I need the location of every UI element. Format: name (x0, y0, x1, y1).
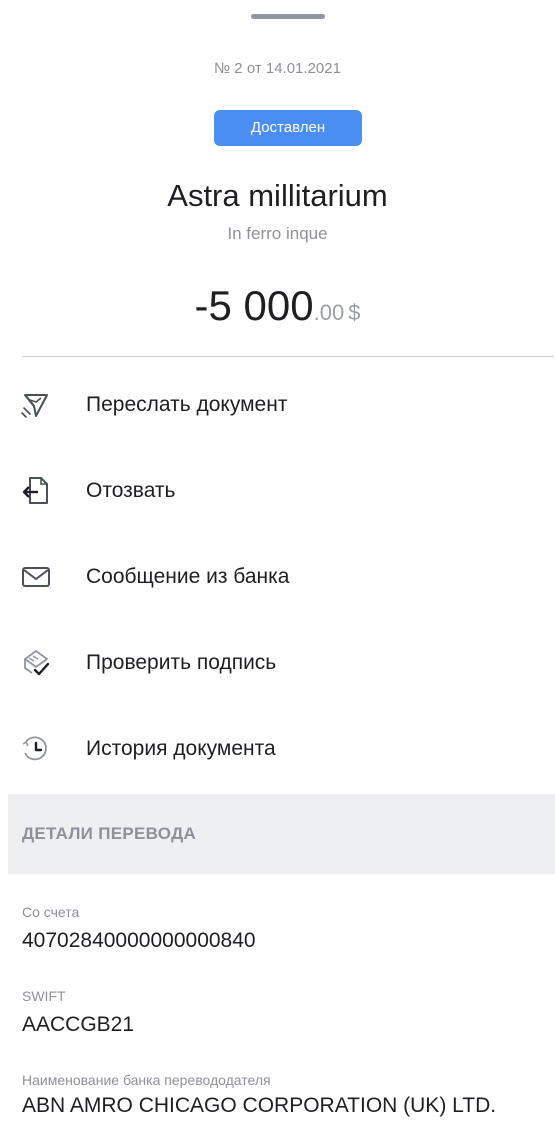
bank-message-action[interactable]: Сообщение из банка (0, 534, 555, 620)
amount-integer: -5 000 (194, 282, 314, 329)
recipient-title: Astra millitarium (167, 178, 388, 213)
from-account-value: 40702840000000000840 (22, 929, 256, 952)
document-history-label: История документа (86, 737, 276, 760)
bank-name-value: ABN AMRO CHICAGO CORPORATION (UK) LTD. (22, 1094, 497, 1117)
revoke-action[interactable]: Отозвать (0, 448, 555, 534)
bank-name-label: Наименование банка перевододателя (22, 1072, 271, 1088)
amount: -5 000.00 $ (0, 282, 555, 330)
swift-value: AACCGB21 (22, 1013, 135, 1036)
bank-message-label: Сообщение из банка (86, 565, 290, 588)
status-badge: Доставлен (214, 110, 362, 146)
revoke-document-icon (20, 476, 52, 506)
transfer-details-title: ДЕТАЛИ ПЕРЕВОДА (22, 824, 197, 843)
document-details-sheet: № 2 от 14.01.2021 Доставлен Astra millit… (0, 0, 555, 1124)
verify-signature-label: Проверить подпись (86, 651, 277, 674)
document-number: № 2 от 14.01.2021 (214, 60, 341, 77)
recipient-subtitle: In ferro inque (227, 224, 328, 243)
forward-document-label: Переслать документ (86, 393, 288, 416)
from-account-label: Со счета (22, 904, 80, 920)
history-clock-icon (20, 734, 52, 764)
document-history-action[interactable]: История документа (0, 706, 555, 792)
amount-currency: $ (348, 300, 361, 325)
verify-signature-icon (20, 648, 52, 678)
send-paper-plane-icon (20, 390, 52, 420)
divider (22, 356, 554, 357)
swift-label: SWIFT (22, 988, 66, 1004)
envelope-icon (20, 562, 52, 592)
forward-document-action[interactable]: Переслать документ (0, 362, 555, 448)
revoke-label: Отозвать (86, 479, 176, 502)
verify-signature-action[interactable]: Проверить подпись (0, 620, 555, 706)
transfer-details-header: ДЕТАЛИ ПЕРЕВОДА (8, 794, 555, 874)
drag-handle[interactable] (251, 14, 325, 19)
amount-fraction: .00 (313, 300, 345, 325)
